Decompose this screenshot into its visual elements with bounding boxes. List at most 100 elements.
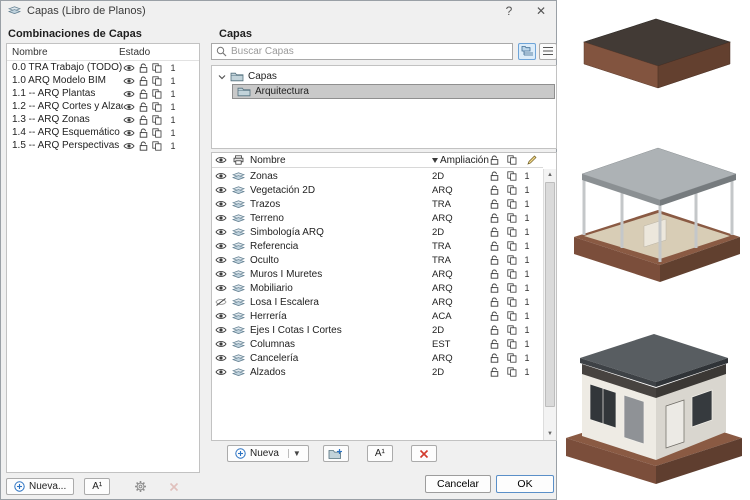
- print-copy-icon[interactable]: [152, 140, 162, 151]
- lock-icon[interactable]: [486, 297, 503, 307]
- column-header-nombre[interactable]: Nombre: [12, 47, 119, 58]
- lock-icon[interactable]: [486, 227, 503, 237]
- new-layer-button[interactable]: Nueva ▼: [227, 445, 309, 462]
- lock-icon[interactable]: [486, 283, 503, 293]
- new-combination-button[interactable]: Nueva...: [6, 478, 75, 495]
- print-copy-icon[interactable]: [503, 255, 520, 265]
- table-scrollbar[interactable]: ▲ ▼: [543, 169, 556, 440]
- column-header-estado[interactable]: Estado: [119, 47, 195, 58]
- lock-icon[interactable]: [486, 185, 503, 195]
- print-copy-icon[interactable]: [503, 325, 520, 335]
- layer-row[interactable]: Simbología ARQ 2D 1: [212, 225, 543, 239]
- print-copy-icon[interactable]: [503, 199, 520, 209]
- lock-icon[interactable]: [486, 241, 503, 251]
- rename-layer-button[interactable]: A¹: [366, 445, 393, 462]
- eye-icon[interactable]: [123, 90, 135, 98]
- combination-row[interactable]: 1.3 -- ARQ Zonas 1: [7, 113, 199, 126]
- lock-icon[interactable]: [486, 353, 503, 363]
- print-copy-icon[interactable]: [503, 297, 520, 307]
- combination-row[interactable]: 0.0 TRA Trabajo (TODO) 1: [7, 61, 199, 74]
- lock-icon[interactable]: [486, 367, 503, 377]
- eye-icon[interactable]: [212, 340, 229, 348]
- cancel-button[interactable]: Cancelar: [425, 475, 491, 493]
- eye-icon[interactable]: [212, 368, 229, 376]
- chevron-down-icon[interactable]: [218, 74, 226, 80]
- layer-row[interactable]: Zonas 2D 1: [212, 169, 543, 183]
- combination-row[interactable]: 1.4 -- ARQ Esquemático 1: [7, 126, 199, 139]
- dialog-titlebar[interactable]: Capas (Libro de Planos) ? ✕: [1, 1, 556, 20]
- layer-row[interactable]: Oculto TRA 1: [212, 253, 543, 267]
- print-copy-icon[interactable]: [503, 311, 520, 321]
- print-column-icon[interactable]: [229, 155, 248, 165]
- print-copy-icon[interactable]: [503, 185, 520, 195]
- layer-row[interactable]: Referencia TRA 1: [212, 239, 543, 253]
- print-copy-icon[interactable]: [503, 269, 520, 279]
- eye-icon[interactable]: [212, 270, 229, 278]
- eye-icon[interactable]: [123, 116, 135, 124]
- print-copy-icon[interactable]: [503, 171, 520, 181]
- delete-combination-icon[interactable]: [166, 479, 182, 495]
- lock-icon[interactable]: [486, 339, 503, 349]
- scrollbar-thumb[interactable]: [545, 182, 555, 407]
- print-copy-icon[interactable]: [152, 75, 162, 86]
- lock-icon[interactable]: [486, 325, 503, 335]
- layer-row[interactable]: Trazos TRA 1: [212, 197, 543, 211]
- combination-row[interactable]: 1.0 ARQ Modelo BIM 1: [7, 74, 199, 87]
- eye-icon[interactable]: [212, 214, 229, 222]
- print-copy-icon[interactable]: [152, 127, 162, 138]
- search-input[interactable]: [231, 45, 508, 57]
- eye-icon[interactable]: [212, 354, 229, 362]
- lock-icon[interactable]: [486, 171, 503, 181]
- rename-combination-button[interactable]: A¹: [84, 478, 111, 495]
- help-button[interactable]: ?: [501, 4, 517, 18]
- ok-button[interactable]: OK: [496, 475, 554, 493]
- new-layer-dropdown[interactable]: ▼: [287, 449, 301, 458]
- print-copy-icon[interactable]: [503, 283, 520, 293]
- layer-row[interactable]: Alzados 2D 1: [212, 365, 543, 379]
- settings-gear-icon[interactable]: [132, 479, 148, 495]
- combination-row[interactable]: 1.5 -- ARQ Perspectivas 1: [7, 139, 199, 152]
- layer-row[interactable]: Ejes I Cotas I Cortes 2D 1: [212, 323, 543, 337]
- column-header-nombre[interactable]: Nombre: [248, 155, 432, 166]
- lock-column-icon[interactable]: [486, 155, 503, 165]
- print-copy-icon[interactable]: [152, 62, 162, 73]
- eye-icon[interactable]: [123, 77, 135, 85]
- eye-icon[interactable]: [212, 172, 229, 180]
- layer-row[interactable]: Herrería ACA 1: [212, 309, 543, 323]
- print-copy-icon[interactable]: [503, 241, 520, 251]
- tree-root-row[interactable]: Capas: [212, 69, 556, 84]
- eye-icon[interactable]: [123, 142, 135, 150]
- eye-icon[interactable]: [212, 284, 229, 292]
- column-header-ampliacion[interactable]: Ampliación: [432, 155, 489, 166]
- layer-row[interactable]: Mobiliario ARQ 1: [212, 281, 543, 295]
- layer-row[interactable]: Terreno ARQ 1: [212, 211, 543, 225]
- lock-icon[interactable]: [486, 199, 503, 209]
- number-column-icon[interactable]: [520, 155, 543, 165]
- print-copy-icon[interactable]: [503, 367, 520, 377]
- lock-icon[interactable]: [486, 213, 503, 223]
- scroll-down-icon[interactable]: ▼: [544, 428, 556, 440]
- eye-icon[interactable]: [212, 312, 229, 320]
- lock-icon[interactable]: [139, 63, 148, 73]
- eye-icon[interactable]: [212, 228, 229, 236]
- layer-row[interactable]: Vegetación 2D ARQ 1: [212, 183, 543, 197]
- lock-icon[interactable]: [139, 102, 148, 112]
- eye-icon[interactable]: [123, 64, 135, 72]
- flat-view-button[interactable]: [539, 42, 557, 60]
- copies-column-icon[interactable]: [503, 155, 520, 165]
- print-copy-icon[interactable]: [503, 339, 520, 349]
- layer-row[interactable]: Muros I Muretes ARQ 1: [212, 267, 543, 281]
- print-copy-icon[interactable]: [503, 213, 520, 223]
- print-copy-icon[interactable]: [503, 227, 520, 237]
- eye-icon[interactable]: [123, 103, 135, 111]
- lock-icon[interactable]: [486, 269, 503, 279]
- layer-row[interactable]: Losa I Escalera ARQ 1: [212, 295, 543, 309]
- lock-icon[interactable]: [486, 311, 503, 321]
- lock-icon[interactable]: [139, 115, 148, 125]
- tree-selected-row[interactable]: Arquitectura: [232, 84, 555, 99]
- lock-icon[interactable]: [139, 76, 148, 86]
- eye-icon[interactable]: [123, 129, 135, 137]
- lock-icon[interactable]: [139, 128, 148, 138]
- eye-icon[interactable]: [212, 326, 229, 334]
- scroll-up-icon[interactable]: ▲: [544, 169, 556, 181]
